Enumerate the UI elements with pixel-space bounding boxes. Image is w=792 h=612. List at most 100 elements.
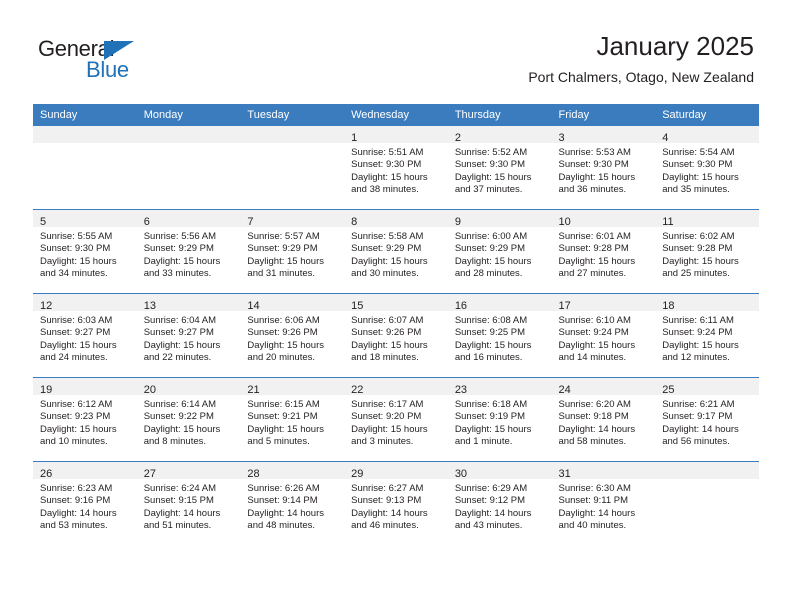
calendar-day-cell[interactable]: 3 Sunrise: 5:53 AM Sunset: 9:30 PM Daylight… (551, 126, 656, 210)
daylight-text-line1: Daylight: 15 hours (351, 423, 428, 435)
sunrise-text: Sunrise: 6:11 AM (662, 315, 734, 326)
calendar-day-cell[interactable]: 4 Sunrise: 5:54 AM Sunset: 9:30 PM Daylight… (655, 126, 759, 210)
sunset-text: Sunset: 9:19 PM (454, 411, 526, 423)
daylight-text-line2: and 34 minutes. (40, 268, 108, 280)
sunset-text: Sunset: 9:23 PM (40, 411, 111, 423)
calendar-day-cell[interactable]: 5 Sunrise: 5:55 AM Sunset: 9:30 PM Daylight… (33, 209, 137, 294)
day-number-band: 24 (551, 378, 656, 396)
day-number-band: 9 (447, 210, 552, 228)
day-number-band: 4 (655, 126, 759, 144)
calendar-day-cell[interactable]: 31 Sunrise: 6:30 AM Sunset: 9:11 PM Dayligh… (551, 461, 656, 545)
calendar-day-cell[interactable]: 30 Sunrise: 6:29 AM Sunset: 9:12 PM Dayligh… (447, 461, 552, 545)
calendar-day-cell[interactable]: 21 Sunrise: 6:15 AM Sunset: 9:21 PM Dayligh… (240, 377, 345, 462)
daylight-text-line1: Daylight: 15 hours (351, 171, 428, 183)
daylight-text-line2: and 28 minutes. (454, 268, 523, 280)
daylight-text-line2: and 3 minutes. (351, 436, 414, 448)
calendar-day-cell[interactable]: 24 Sunrise: 6:20 AM Sunset: 9:18 PM Dayligh… (551, 377, 656, 462)
daylight-text-line1: Daylight: 15 hours (454, 171, 532, 183)
day-number: 17 (558, 300, 571, 312)
daylight-text-line1: Daylight: 15 hours (662, 339, 739, 351)
sunset-text: Sunset: 9:29 PM (143, 243, 214, 255)
calendar-day-cell[interactable]: 22 Sunrise: 6:17 AM Sunset: 9:20 PM Dayligh… (344, 377, 448, 462)
calendar-day-cell[interactable]: 7 Sunrise: 5:57 AM Sunset: 9:29 PM Daylight… (240, 209, 345, 294)
calendar-day-cell[interactable]: 10 Sunrise: 6:01 AM Sunset: 9:28 PM Dayligh… (551, 209, 656, 294)
daylight-text-line1: Daylight: 15 hours (662, 171, 739, 183)
day-number: 9 (454, 216, 461, 228)
daylight-text-line2: and 10 minutes. (40, 436, 108, 448)
day-number-band: 2 (447, 126, 552, 144)
sunrise-text: Sunrise: 6:12 AM (40, 399, 113, 410)
daylight-text-line2: and 14 minutes. (558, 352, 627, 364)
sunrise-text: Sunrise: 5:54 AM (662, 147, 735, 158)
day-cell-details: Sunrise: 6:30 AM Sunset: 9:11 PM Daylight:… (552, 479, 656, 533)
sunrise-text: Sunrise: 6:07 AM (351, 315, 424, 326)
day-number-band: 15 (344, 294, 448, 312)
calendar-day-cell[interactable]: 27 Sunrise: 6:24 AM Sunset: 9:15 PM Dayligh… (136, 461, 241, 545)
calendar-week-row: 5 Sunrise: 5:55 AM Sunset: 9:30 PM Daylight… (33, 209, 759, 294)
weekday-header-friday: Friday (551, 104, 656, 126)
calendar-day-cell[interactable]: 18 Sunrise: 6:11 AM Sunset: 9:24 PM Dayligh… (655, 293, 759, 378)
daylight-text-line2: and 43 minutes. (454, 520, 523, 532)
sunrise-text: Sunrise: 5:53 AM (558, 147, 631, 158)
calendar-day-cell[interactable]: 29 Sunrise: 6:27 AM Sunset: 9:13 PM Dayligh… (344, 461, 448, 545)
calendar-day-cell[interactable]: 26 Sunrise: 6:23 AM Sunset: 9:16 PM Dayligh… (33, 461, 137, 545)
general-blue-logo[interactable]: General Blue (38, 36, 188, 84)
day-number-band: 30 (447, 462, 552, 480)
day-number-band: 13 (136, 294, 241, 312)
day-number: 20 (143, 384, 156, 396)
sunset-text: Sunset: 9:25 PM (454, 327, 526, 339)
calendar-day-cell[interactable]: 28 Sunrise: 6:26 AM Sunset: 9:14 PM Dayligh… (240, 461, 345, 545)
day-cell-details: Sunrise: 6:10 AM Sunset: 9:24 PM Daylight:… (552, 311, 656, 365)
day-cell-details: Sunrise: 6:11 AM Sunset: 9:24 PM Daylight:… (655, 311, 759, 365)
daylight-text-line2: and 48 minutes. (247, 520, 316, 532)
calendar-day-cell[interactable]: 9 Sunrise: 6:00 AM Sunset: 9:29 PM Daylight… (447, 209, 552, 294)
sunrise-text: Sunrise: 5:52 AM (454, 147, 528, 158)
day-number: 30 (454, 468, 468, 480)
daylight-text-line1: Daylight: 15 hours (40, 255, 117, 267)
sunrise-text: Sunrise: 5:57 AM (247, 231, 320, 242)
day-number-band: 18 (655, 294, 759, 312)
calendar-day-cell[interactable]: 19 Sunrise: 6:12 AM Sunset: 9:23 PM Dayligh… (33, 377, 137, 462)
daylight-text-line1: Daylight: 15 hours (40, 423, 117, 435)
calendar-day-cell[interactable]: 13 Sunrise: 6:04 AM Sunset: 9:27 PM Dayligh… (136, 293, 241, 378)
calendar-day-cell[interactable]: 20 Sunrise: 6:14 AM Sunset: 9:22 PM Dayligh… (136, 377, 241, 462)
day-number: 8 (351, 216, 358, 228)
calendar-day-cell[interactable]: 6 Sunrise: 5:56 AM Sunset: 9:29 PM Daylight… (136, 209, 241, 294)
calendar-day-cell[interactable]: 14 Sunrise: 6:06 AM Sunset: 9:26 PM Dayligh… (240, 293, 345, 378)
daylight-text-line2: and 33 minutes. (143, 268, 212, 280)
day-number-band: 10 (551, 210, 656, 228)
weekday-header-tuesday: Tuesday (240, 104, 345, 126)
daylight-text-line1: Daylight: 15 hours (558, 171, 636, 183)
calendar-day-cell[interactable]: 17 Sunrise: 6:10 AM Sunset: 9:24 PM Dayligh… (551, 293, 656, 378)
calendar-day-cell[interactable]: 23 Sunrise: 6:18 AM Sunset: 9:19 PM Dayligh… (447, 377, 552, 462)
day-number-band: 27 (136, 462, 241, 480)
page-subtitle: Port Chalmers, Otago, New Zealand (528, 69, 754, 85)
sunset-text: Sunset: 9:29 PM (454, 243, 526, 255)
calendar-day-cell[interactable]: 1 Sunrise: 5:51 AM Sunset: 9:30 PM Daylight… (344, 126, 448, 210)
sunset-text: Sunset: 9:18 PM (558, 411, 629, 423)
weekday-header-monday: Monday (136, 104, 241, 126)
calendar-day-cell[interactable]: 2 Sunrise: 5:52 AM Sunset: 9:30 PM Daylight… (447, 126, 552, 210)
daylight-text-line1: Daylight: 15 hours (247, 255, 324, 267)
day-cell-details: Sunrise: 5:51 AM Sunset: 9:30 PM Daylight:… (344, 143, 448, 197)
calendar-day-cell[interactable]: 8 Sunrise: 5:58 AM Sunset: 9:29 PM Daylight… (344, 209, 448, 294)
day-number-band: 20 (136, 378, 241, 396)
calendar-day-cell[interactable]: 25 Sunrise: 6:21 AM Sunset: 9:17 PM Dayligh… (655, 377, 759, 462)
calendar-day-cell[interactable]: 12 Sunrise: 6:03 AM Sunset: 9:27 PM Dayligh… (33, 293, 137, 378)
calendar-day-cell[interactable]: 16 Sunrise: 6:08 AM Sunset: 9:25 PM Dayligh… (447, 293, 552, 378)
weekday-header-saturday: Saturday (655, 104, 759, 126)
calendar-day-cell[interactable]: 15 Sunrise: 6:07 AM Sunset: 9:26 PM Dayligh… (344, 293, 448, 378)
title-block: January 2025 Port Chalmers, Otago, New Z… (528, 30, 754, 87)
calendar-day-cell[interactable]: 11 Sunrise: 6:02 AM Sunset: 9:28 PM Dayligh… (655, 209, 759, 294)
day-cell-details: Sunrise: 6:04 AM Sunset: 9:27 PM Daylight:… (137, 311, 241, 365)
daylight-text-line2: and 31 minutes. (247, 268, 316, 280)
day-number-band (655, 462, 759, 479)
sunset-text: Sunset: 9:14 PM (247, 495, 318, 507)
sunrise-text: Sunrise: 6:30 AM (558, 483, 631, 494)
daylight-text-line1: Daylight: 15 hours (247, 423, 324, 435)
daylight-text-line2: and 56 minutes. (662, 436, 730, 448)
sunrise-text: Sunrise: 5:56 AM (143, 231, 217, 242)
page-header: General Blue January 2025 Port Chalmers,… (0, 0, 792, 103)
day-number: 24 (558, 384, 571, 396)
day-cell-details: Sunrise: 6:06 AM Sunset: 9:26 PM Daylight:… (240, 311, 344, 365)
